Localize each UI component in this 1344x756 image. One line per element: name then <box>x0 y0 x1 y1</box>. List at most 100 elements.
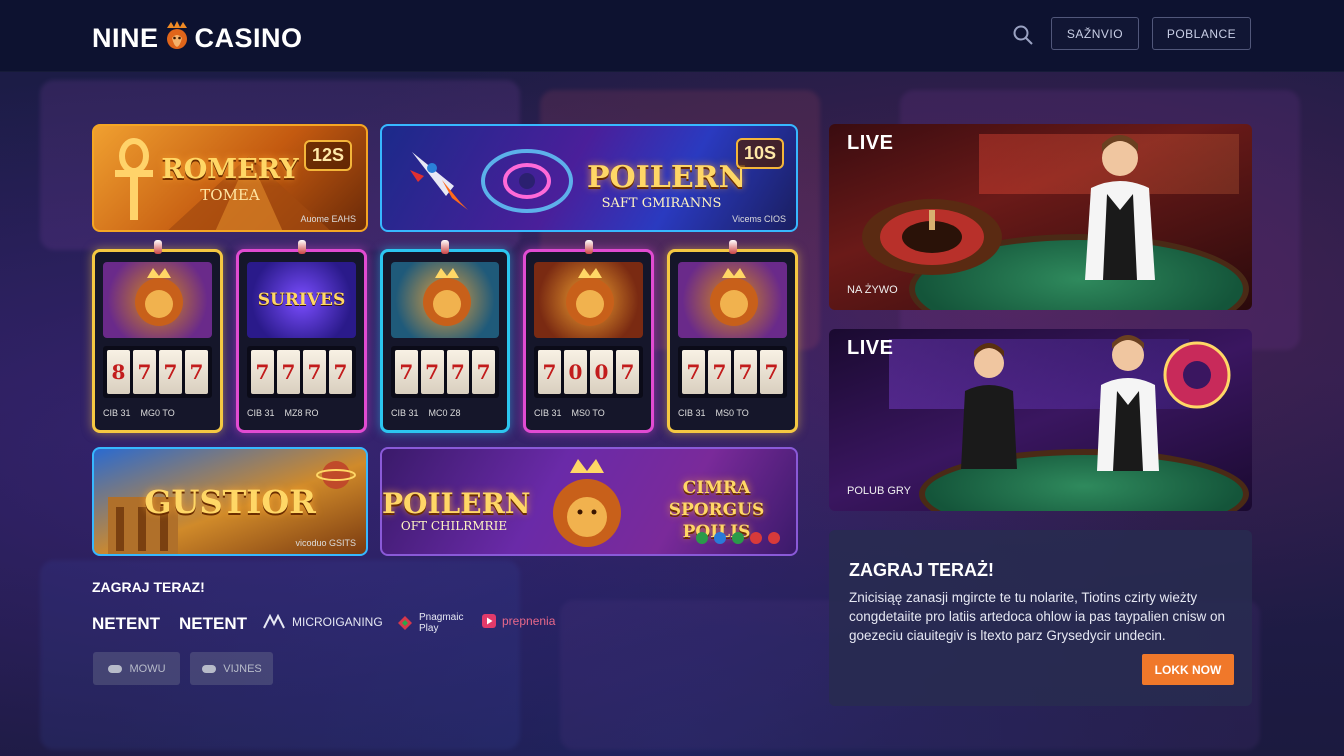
slot-reels: 7 0 0 7 <box>534 346 643 398</box>
reel-symbol: 7 <box>159 350 182 394</box>
slot-info-mid: MS0 TO <box>715 408 749 418</box>
slot-reels: 7 7 7 7 <box>391 346 499 398</box>
lion-icon <box>423 268 471 326</box>
lever-icon <box>297 240 306 254</box>
roulette-wheel-icon <box>862 199 1002 275</box>
slot-info: CIB 31 MS0 TO <box>534 404 643 422</box>
game-subtitle: OFT CHILRMRIE <box>400 519 508 533</box>
promo-title: ZAGRAJ TERAŻ! <box>849 560 994 580</box>
slot-machine-tile[interactable]: 7 0 0 7 CIB 31 MS0 TO <box>523 240 654 433</box>
game-title: POILERN <box>382 487 531 520</box>
slot-reels: 7 7 7 7 <box>247 346 356 398</box>
slot-machine-tile[interactable]: 7 7 7 7 CIB 31 MS0 TO <box>667 240 798 433</box>
slot-info-left: CIB 31 <box>391 408 419 418</box>
reel-symbol: 7 <box>329 350 352 394</box>
reel-symbol: 0 <box>564 350 587 394</box>
dealer-icon <box>961 343 1017 469</box>
live-caption: POLUB GRY <box>847 485 911 497</box>
chip-icon <box>732 532 744 544</box>
slot-info-left: CIB 31 <box>247 408 275 418</box>
provider-logo[interactable]: prepnenia <box>482 614 555 628</box>
chip-icon <box>714 532 726 544</box>
promo-panel: ZAGRAJ TERAŻ! Znicisiąę zanasji mgircte … <box>829 530 1252 706</box>
slot-info-left: CIB 31 <box>103 408 131 418</box>
live-casino-card[interactable]: LIVE POLUB GRY <box>829 329 1252 511</box>
slot-info-mid: MZ8 RO <box>284 408 319 418</box>
slot-screen <box>534 262 643 338</box>
slot-screen <box>678 262 787 338</box>
controller-icon <box>108 664 123 673</box>
reel-symbol: 7 <box>760 350 783 394</box>
brand-name-right: CASINO <box>194 23 303 53</box>
slot-screen <box>391 262 499 338</box>
bottom-button-2[interactable]: VIJNES <box>190 652 273 685</box>
lever-icon <box>584 240 593 254</box>
provider-name: prepnenia <box>502 614 556 628</box>
slot-title: SURIVES <box>257 290 346 310</box>
rocket-icon <box>410 152 468 210</box>
slot-info: CIB 31 MZ8 RO <box>247 404 356 422</box>
reel-symbol: 7 <box>420 350 444 394</box>
lion-crown-icon <box>163 20 191 57</box>
slot-machine-tile[interactable]: 7 7 7 7 CIB 31 MC0 Z8 <box>380 240 510 433</box>
header-button-1[interactable]: SAŽNVIO <box>1051 17 1139 50</box>
slot-info-mid: MC0 Z8 <box>428 408 461 418</box>
game-title: POILERN <box>587 160 747 195</box>
reel-symbol: 7 <box>185 350 208 394</box>
slot-info-mid: MS0 TO <box>571 408 605 418</box>
reel-symbol: 7 <box>616 350 639 394</box>
game-tile-featured[interactable]: ROMERY TOMEA 12S Auome EAHS <box>92 124 368 232</box>
slot-info: CIB 31 MS0 TO <box>678 404 787 422</box>
game-footer: vicoduo GSITS <box>295 538 356 548</box>
game-subtitle: SAFT GMIRANNS <box>601 196 722 211</box>
slot-info: CIB 31 MC0 Z8 <box>391 404 499 422</box>
bottom-button-label: VIJNES <box>223 662 262 675</box>
game-footer: Vicems CIOS <box>732 214 786 224</box>
provider-logo[interactable]: MICROIGANING <box>262 614 383 630</box>
lion-icon <box>135 268 183 326</box>
reel-symbol: 7 <box>538 350 561 394</box>
slot-screen <box>103 262 212 338</box>
brand-name-left: NINE <box>92 23 159 53</box>
provider-logo[interactable]: NETENT <box>92 614 160 634</box>
lion-icon <box>710 268 758 326</box>
providers-heading: ZAGRAJ TERAZ! <box>92 579 205 595</box>
reel-symbol: 7 <box>472 350 495 394</box>
provider-logo[interactable]: Pnagmaic Play <box>397 612 475 634</box>
reel-symbol: 7 <box>251 350 274 394</box>
slot-machine-tile[interactable]: 8 7 7 7 CIB 31 MG0 TO <box>92 240 223 433</box>
provider-name: NETENT <box>92 614 160 633</box>
header-button-2[interactable]: POBLANCE <box>1152 17 1251 50</box>
reel-symbol: 7 <box>682 350 705 394</box>
chip-icon <box>768 532 780 544</box>
reel-symbol: 8 <box>107 350 130 394</box>
slot-info: CIB 31 MG0 TO <box>103 404 212 422</box>
look-now-button[interactable]: LOKK NOW <box>1142 654 1234 685</box>
slot-machine-tile[interactable]: SURIVES 7 7 7 7 CIB 31 MZ8 RO <box>236 240 367 433</box>
live-casino-card[interactable]: LIVE NA ŻYWO <box>829 124 1252 310</box>
game-tile-featured[interactable]: POILERN OFT CHILRMRIE CIMRA SPORGUS POIL… <box>380 447 798 556</box>
lion-icon <box>553 459 621 547</box>
live-caption: NA ŻYWO <box>847 284 898 296</box>
lion-icon <box>566 268 614 326</box>
game-tile-featured[interactable]: POILERN SAFT GMIRANNS 10S Vicems CIOS <box>380 124 798 232</box>
reel-symbol: 7 <box>395 350 418 394</box>
provider-name: Pnagmaic Play <box>419 612 464 634</box>
search-icon[interactable] <box>1012 24 1034 46</box>
top-navigation-bar: NINE CASINO SAŽNVIO POBLANCE <box>0 0 1344 72</box>
provider-logo[interactable]: NETENT <box>179 614 247 634</box>
provider-name: NETENT <box>179 614 247 633</box>
game-tile-featured[interactable]: GUSTIOR vicoduo GSITS <box>92 447 368 556</box>
game-title: GUSTIOR <box>144 483 316 521</box>
slot-info-left: CIB 31 <box>534 408 562 418</box>
lever-icon <box>441 240 449 254</box>
reel-symbol: 7 <box>446 350 470 394</box>
lever-icon <box>728 240 737 254</box>
dealer-icon <box>1085 135 1155 280</box>
dealer-icon <box>1097 335 1159 471</box>
brand-logo[interactable]: NINE CASINO <box>92 20 303 57</box>
slot-info-mid: MG0 TO <box>140 408 175 418</box>
bottom-button-1[interactable]: MOWU <box>93 652 180 685</box>
pragmatic-play-icon <box>398 616 412 630</box>
live-badge: LIVE <box>847 132 894 154</box>
